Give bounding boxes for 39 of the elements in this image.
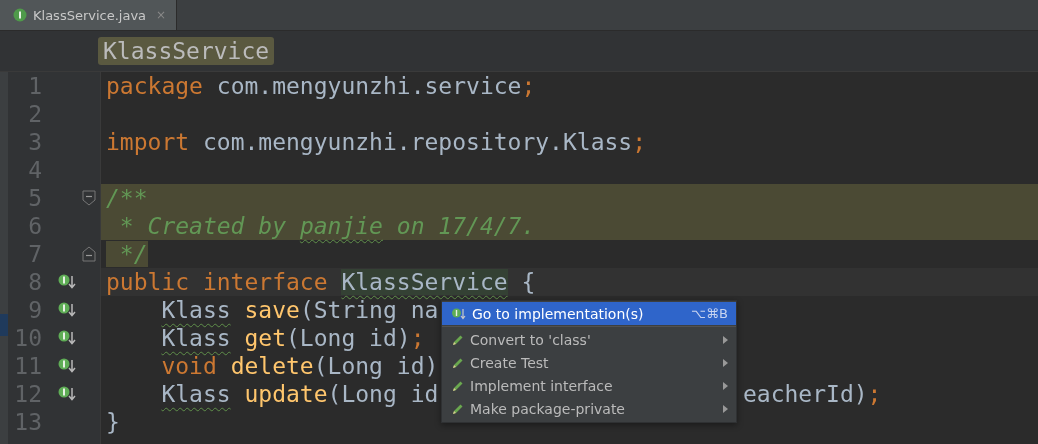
code-line: public interface KlassService {	[106, 269, 536, 295]
implemented-icon[interactable]	[58, 330, 76, 346]
code-line: Klass save(String na	[160, 297, 439, 323]
popup-item[interactable]: Create Test	[442, 351, 736, 374]
tab-title: KlassService.java	[33, 7, 147, 23]
code-line: eacherId);	[742, 380, 882, 408]
implemented-icon[interactable]	[58, 358, 76, 374]
fold-marker-icon[interactable]	[82, 190, 96, 206]
code-line: * Created by panjie on 17/4/7.	[118, 213, 536, 239]
interface-icon	[13, 8, 27, 22]
side-marker	[0, 314, 8, 336]
popup-item[interactable]: Make package-private	[442, 397, 736, 420]
item-label: Create Test	[470, 354, 550, 371]
code-line: package com.mengyunzhi.service;	[106, 73, 536, 99]
code-line: Klass get(Long id);	[160, 325, 425, 351]
code-line: /**	[106, 185, 148, 211]
implemented-icon[interactable]	[58, 302, 76, 318]
code-line: Klass update(Long id	[160, 381, 439, 407]
pencil-icon	[452, 356, 464, 369]
pencil-icon	[452, 333, 464, 346]
pencil-icon	[452, 379, 464, 392]
code-line: }	[106, 409, 120, 435]
popup-item[interactable]: Convert to 'class'	[442, 328, 736, 351]
code-line: void delete(Long id)	[160, 353, 439, 379]
code-line: import com.mengyunzhi.repository.Klass;	[106, 129, 647, 155]
pencil-icon	[452, 402, 464, 415]
breadcrumb[interactable]: KlassService	[98, 37, 275, 65]
item-label: Implement interface	[470, 377, 614, 394]
popup-item[interactable]: Implement interface	[442, 374, 736, 397]
fold-marker-icon[interactable]	[82, 246, 96, 262]
item-label: Convert to 'class'	[470, 331, 592, 348]
shortcut-label: ⌥⌘B	[691, 306, 728, 321]
implemented-icon	[452, 307, 466, 320]
editor-tab[interactable]: KlassService.java ×	[0, 0, 178, 30]
implemented-icon[interactable]	[58, 386, 76, 402]
item-label: Go to implementation(s)	[472, 305, 645, 322]
popup-item[interactable]: Go to implementation(s) ⌥⌘B	[442, 302, 736, 325]
implemented-icon[interactable]	[58, 274, 76, 290]
item-label: Make package-private	[470, 400, 626, 417]
